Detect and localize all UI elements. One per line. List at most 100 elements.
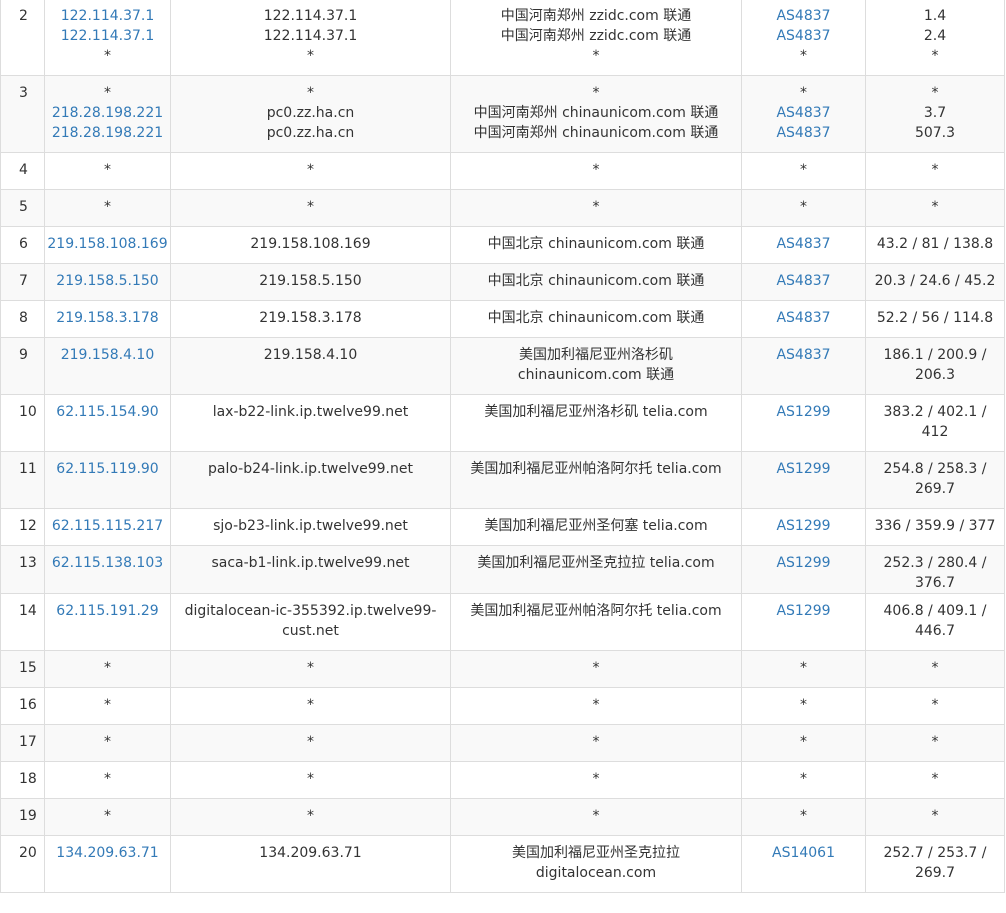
hop-ip-link[interactable]: 218.28.198.221 [45,103,170,123]
hop-ip-link[interactable]: 219.158.108.169 [45,234,170,254]
hop-asn-link[interactable]: AS1299 [742,402,865,422]
hop-hostname-text: * [307,697,314,713]
hop-location-text: 美国加利福尼亚州圣何塞 telia.com [484,518,708,534]
hop-hostname-cell: sjo-b23-link.ip.twelve99.net [170,508,451,546]
hop-ip-link[interactable]: 62.115.119.90 [45,459,170,479]
hop-ip-link[interactable]: 62.115.115.217 [45,516,170,536]
hop-latency-text: 20.3 / 24.6 / 45.2 [874,273,996,289]
hop-latency-cell: * [865,798,1005,836]
hop-ip-link[interactable]: 122.114.37.1 [45,26,170,46]
hop-ip-link[interactable]: 218.28.198.221 [45,123,170,143]
hop-location-text: * [592,808,600,824]
hop-asn-link[interactable]: AS4837 [742,6,865,26]
hop-ip-link[interactable]: 219.158.3.178 [45,308,170,328]
hop-location-text: * [592,771,600,787]
hop-location-text: 中国河南郑州 chinaunicom.com 联通 [473,105,719,121]
hop-latency-text: 376.7 [914,575,956,591]
hop-asn-text: * [800,48,807,64]
hop-latency-text: 446.7 [914,623,956,639]
hop-latency-cell: * [865,761,1005,799]
hop-asn-link[interactable]: AS4837 [742,123,865,143]
hop-hostname-text: 219.158.108.169 [250,236,371,252]
hop-hostname-cell: digitalocean-ic-355392.ip.twelve99- cust.… [170,593,451,651]
hop-latency-cell: 1.4 2.4 * [865,0,1005,76]
hop-ip-text: * [104,162,111,178]
hop-latency-text: 1.4 [923,8,947,24]
hop-asn-link[interactable]: AS4837 [742,308,865,328]
table-row: 7 219.158.5.150 219.158.5.150 中国北京 chinauni… [0,263,1005,301]
hop-location-text: * [592,162,600,178]
hop-latency-cell: * 3.7 507.3 [865,75,1005,153]
hop-asn-cell: * [741,724,866,762]
hop-location-cell: 中国河南郑州 zzidc.com 联通 中国河南郑州 zzidc.com 联通 * [450,0,742,76]
hop-hostname-text: 219.158.5.150 [259,273,362,289]
hop-asn-link[interactable]: AS4837 [742,271,865,291]
hop-number: 16 [19,697,37,713]
hop-asn-link[interactable]: AS1299 [742,459,865,479]
hop-asn-cell: AS1299 [741,545,866,594]
hop-ip-cell: 134.209.63.71 [44,835,171,893]
hop-asn-link[interactable]: AS14061 [742,843,865,863]
hop-ip-cell: * [44,798,171,836]
hop-location-cell: 美国加利福尼亚州洛杉矶 telia.com [450,394,742,452]
hop-asn-text: * [800,808,807,824]
hop-hostname-text: 134.209.63.71 [259,845,362,861]
hop-asn-link[interactable]: AS1299 [742,553,865,573]
hop-hostname-cell: * pc0.zz.ha.cn pc0.zz.ha.cn [170,75,451,153]
table-row: 2 122.114.37.1 122.114.37.1 * 122.114.37.1 12… [0,0,1005,76]
hop-ip-text: * [104,85,111,101]
hop-number-cell: 4 [0,152,45,190]
hop-asn-link[interactable]: AS1299 [742,516,865,536]
hop-latency-text: 206.3 [914,367,956,383]
hop-number-cell: 16 [0,687,45,725]
hop-ip-cell: 219.158.5.150 [44,263,171,301]
hop-asn-cell: AS4837 [741,300,866,338]
hop-ip-text: * [104,48,111,64]
table-row: 5 * * * * * [0,189,1005,227]
table-row: 12 62.115.115.217 sjo-b23-link.ip.twelve99… [0,508,1005,546]
hop-asn-link[interactable]: AS1299 [742,601,865,621]
hop-ip-link[interactable]: 122.114.37.1 [45,6,170,26]
hop-number: 10 [19,404,37,420]
hop-ip-cell: 219.158.108.169 [44,226,171,264]
hop-location-cell: 美国加利福尼亚州帕洛阿尔托 telia.com [450,451,742,509]
hop-location-cell: * 中国河南郑州 chinaunicom.com 联通 中国河南郑州 chinaun… [450,75,742,153]
hop-asn-link[interactable]: AS4837 [742,26,865,46]
hop-number-cell: 10 [0,394,45,452]
hop-hostname-cell: * [170,761,451,799]
hop-asn-link[interactable]: AS4837 [742,103,865,123]
table-row: 20 134.209.63.71 134.209.63.71 美国加利福尼亚州圣克拉拉… [0,835,1005,893]
hop-asn-cell: * AS4837 AS4837 [741,75,866,153]
table-row: 18 * * * * * [0,761,1005,799]
hop-asn-link[interactable]: AS4837 [742,234,865,254]
hop-number: 18 [19,771,37,787]
hop-asn-cell: AS14061 [741,835,866,893]
hop-ip-link[interactable]: 62.115.191.29 [45,601,170,621]
hop-number: 19 [19,808,37,824]
hop-hostname-text: lax-b22-link.ip.twelve99.net [212,404,409,420]
hop-ip-cell: * [44,189,171,227]
hop-asn-link[interactable]: AS4837 [742,345,865,365]
hop-ip-link[interactable]: 134.209.63.71 [45,843,170,863]
hop-asn-cell: * [741,650,866,688]
hop-location-text: 美国加利福尼亚州圣克拉拉 telia.com [477,555,715,571]
hop-latency-cell: 252.3 / 280.4 / 376.7 [865,545,1005,594]
hop-location-cell: * [450,189,742,227]
hop-location-cell: 美国加利福尼亚州洛杉矶 chinaunicom.com 联通 [450,337,742,395]
hop-asn-text: * [800,162,807,178]
hop-ip-link[interactable]: 62.115.154.90 [45,402,170,422]
hop-hostname-text: * [307,48,314,64]
hop-ip-cell: 219.158.3.178 [44,300,171,338]
hop-ip-text: * [104,808,111,824]
hop-location-cell: * [450,687,742,725]
hop-latency-cell: 252.7 / 253.7 / 269.7 [865,835,1005,893]
hop-ip-link[interactable]: 219.158.4.10 [45,345,170,365]
hop-latency-cell: 383.2 / 402.1 / 412 [865,394,1005,452]
hop-ip-link[interactable]: 219.158.5.150 [45,271,170,291]
hop-ip-link[interactable]: 62.115.138.103 [45,553,170,573]
table-row: 6 219.158.108.169 219.158.108.169 中国北京 chin… [0,226,1005,264]
hop-hostname-text: * [307,199,314,215]
hop-location-text: 美国加利福尼亚州圣克拉拉 [512,845,680,861]
hop-latency-cell: 336 / 359.9 / 377 [865,508,1005,546]
hop-latency-text: * [931,162,939,178]
